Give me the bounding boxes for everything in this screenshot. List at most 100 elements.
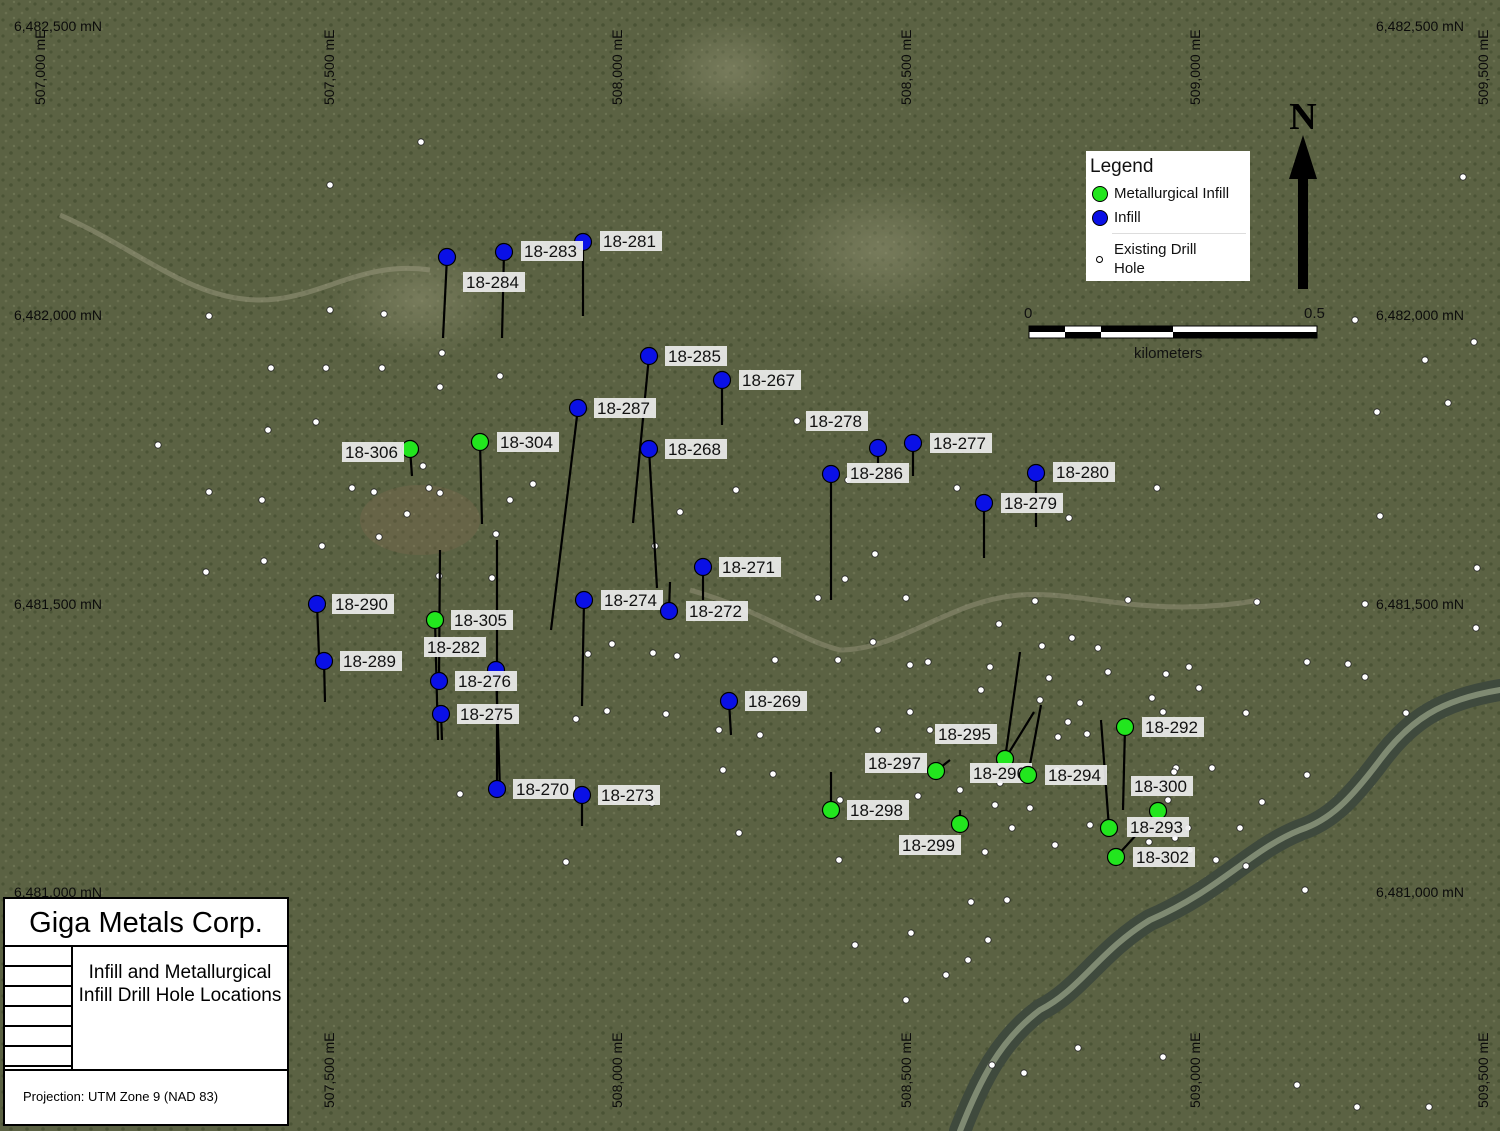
existing-drill-hole: [267, 364, 275, 372]
easting-label: 508,000 mE: [609, 1033, 625, 1109]
drill-hole-marker[interactable]: [314, 651, 334, 671]
existing-drill-hole: [1353, 1103, 1361, 1111]
drill-hole-label: 18-294: [1048, 766, 1101, 785]
northing-label: 6,481,500 mN: [14, 596, 102, 612]
drill-hole-marker[interactable]: [950, 814, 970, 834]
easting-label: 508,500 mE: [898, 30, 914, 106]
existing-drill-hole: [977, 686, 985, 694]
drill-hole-label: 18-287: [597, 399, 650, 418]
existing-drill-hole: [735, 829, 743, 837]
existing-drill-hole: [603, 707, 611, 715]
existing-drill-hole: [1064, 718, 1072, 726]
clearing: [650, 15, 810, 125]
drill-hole-marker[interactable]: [487, 779, 507, 799]
drill-hole-marker[interactable]: [821, 800, 841, 820]
existing-drill-hole: [380, 310, 388, 318]
drill-hole-marker[interactable]: [693, 557, 713, 577]
existing-drill-hole: [1074, 1044, 1082, 1052]
existing-drill-hole: [202, 568, 210, 576]
clearing: [360, 485, 480, 555]
easting-label: 509,000 mE: [1187, 1033, 1203, 1109]
existing-drill-hole: [438, 349, 446, 357]
existing-drill-hole: [1344, 660, 1352, 668]
drill-hole-label: 18-306: [345, 443, 398, 462]
drill-hole-marker[interactable]: [719, 691, 739, 711]
drill-hole-marker[interactable]: [431, 704, 451, 724]
existing-drill-hole: [1402, 709, 1410, 717]
drill-hole-marker[interactable]: [639, 439, 659, 459]
drill-hole-label: 18-292: [1145, 718, 1198, 737]
drill-hole-marker[interactable]: [1106, 847, 1126, 867]
drill-hole-marker[interactable]: [425, 610, 445, 630]
drill-hole-marker[interactable]: [903, 433, 923, 453]
company-name: Giga Metals Corp.: [5, 899, 287, 947]
legend-label: Infill: [1114, 209, 1141, 226]
existing-drill-hole: [871, 550, 879, 558]
drill-hole-label: 18-285: [668, 347, 721, 366]
drill-hole-marker[interactable]: [974, 493, 994, 513]
drill-hole-marker[interactable]: [926, 761, 946, 781]
existing-drill-hole: [436, 489, 444, 497]
existing-drill-hole: [964, 956, 972, 964]
existing-drill-hole: [1083, 730, 1091, 738]
existing-drill-hole: [1038, 642, 1046, 650]
drill-hole-marker[interactable]: [437, 247, 457, 267]
drill-hole-marker[interactable]: [639, 346, 659, 366]
existing-drill-hole: [1065, 514, 1073, 522]
existing-drill-hole: [1145, 838, 1153, 846]
northing-label: 6,481,000 mN: [1376, 884, 1464, 900]
drill-hole-marker[interactable]: [659, 601, 679, 621]
existing-drill-hole: [1301, 886, 1309, 894]
drill-hole-label: 18-283: [524, 242, 577, 261]
drill-hole-label: 18-297: [868, 754, 921, 773]
existing-drill-hole: [1076, 699, 1084, 707]
drill-hole-marker[interactable]: [712, 370, 732, 390]
existing-drill-hole: [1258, 798, 1266, 806]
title-block: Giga Metals Corp. Infill and Metallurgic…: [3, 897, 289, 1126]
drill-hole-marker[interactable]: [572, 785, 592, 805]
existing-drill-hole: [1425, 1103, 1433, 1111]
existing-drill-hole: [1008, 824, 1016, 832]
existing-drill-hole: [417, 138, 425, 146]
drill-hole-marker[interactable]: [568, 398, 588, 418]
drill-hole-marker[interactable]: [429, 671, 449, 691]
drill-hole-marker[interactable]: [1099, 818, 1119, 838]
northing-label: 6,482,000 mN: [14, 307, 102, 323]
easting-label: 509,500 mE: [1475, 1033, 1491, 1109]
drill-hole-marker[interactable]: [1115, 717, 1135, 737]
existing-drill-hole: [1459, 173, 1467, 181]
drill-hole-marker[interactable]: [1026, 463, 1046, 483]
existing-drill-hole: [1031, 597, 1039, 605]
existing-drill-hole: [902, 996, 910, 1004]
drill-hole-marker[interactable]: [400, 439, 420, 459]
drill-hole-marker[interactable]: [1148, 801, 1168, 821]
existing-drill-hole: [836, 796, 844, 804]
legend-label: Metallurgical Infill: [1114, 185, 1230, 202]
drill-hole-label: 18-281: [603, 232, 656, 251]
drill-hole-marker[interactable]: [1018, 765, 1038, 785]
drill-hole-marker[interactable]: [821, 464, 841, 484]
existing-drill-hole: [1236, 824, 1244, 832]
existing-drill-hole: [496, 372, 504, 380]
existing-drill-hole: [1421, 356, 1429, 364]
existing-drill-hole: [488, 574, 496, 582]
existing-drill-hole: [312, 418, 320, 426]
drill-hole-label: 18-271: [722, 558, 775, 577]
existing-drill-hole: [326, 181, 334, 189]
existing-drill-hole: [793, 417, 801, 425]
drill-hole-label: 18-305: [454, 611, 507, 630]
drill-hole-label: 18-284: [466, 273, 519, 292]
easting-label: 508,500 mE: [898, 1033, 914, 1109]
existing-drill-hole: [953, 484, 961, 492]
drill-hole-marker[interactable]: [307, 594, 327, 614]
existing-drill-hole: [986, 663, 994, 671]
drill-hole-marker[interactable]: [868, 438, 888, 458]
drill-hole-marker[interactable]: [574, 590, 594, 610]
drill-hole-marker[interactable]: [494, 242, 514, 262]
drill-hole-label: 18-282: [427, 638, 480, 657]
existing-drill-hole: [732, 486, 740, 494]
drill-hole-marker[interactable]: [470, 432, 490, 452]
existing-drill-hole: [995, 620, 1003, 628]
existing-drill-hole: [584, 650, 592, 658]
drill-hole-label: 18-269: [748, 692, 801, 711]
